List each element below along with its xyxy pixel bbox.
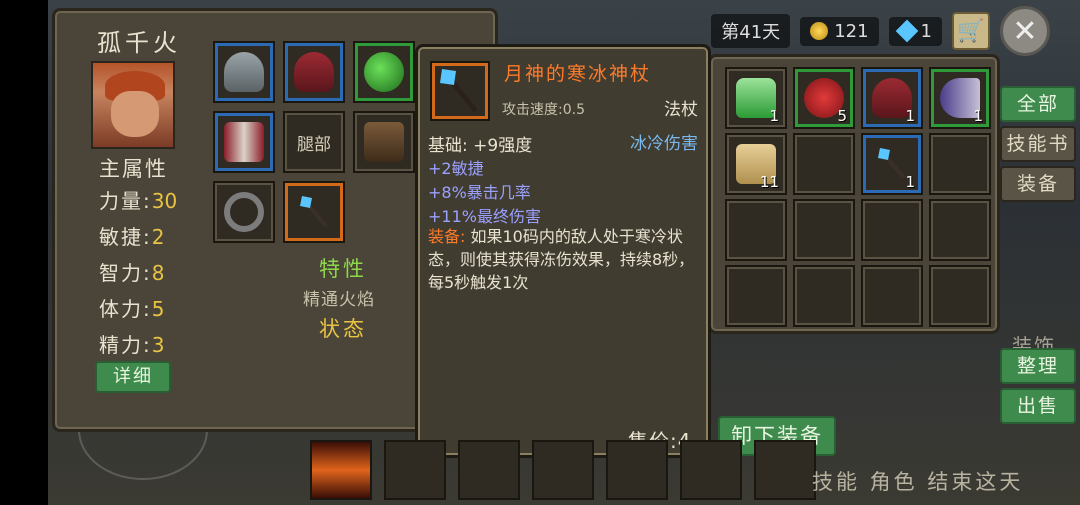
bracer-icon [224,122,264,162]
main-attributes-title: 主属性 [99,157,168,181]
bag-slot[interactable] [929,199,991,261]
gold-value: 121 [834,20,869,42]
legs-slot-label: 腿部 [297,134,331,155]
day-counter: 第41天 [711,14,791,48]
equip-slot-head[interactable] [283,41,345,103]
trait-value: 精通火焰 [303,290,375,310]
equip-effect-text: 如果10码内的敌人处于寒冷状态，则使其获得冻伤效果，持续8秒，每5秒触发1次 [428,227,695,292]
left-letterbox [0,0,48,505]
equip-slot-weapon[interactable] [283,181,345,243]
item-tooltip: 月神的寒冰神杖 攻击速度:0.5 法杖 基础: +9强度 冰冷伤害 +2敏捷 +… [415,44,711,458]
stat-intelligence: 智力:8 [99,261,165,285]
ice-staff-icon [300,196,328,228]
coin-icon [810,22,829,40]
sell-button[interactable]: 出售 [1000,388,1076,424]
bag-slot[interactable] [793,199,855,261]
detail-button[interactable]: 详细 [95,361,171,393]
equip-slot-legs[interactable]: 腿部 [283,111,345,173]
equip-slot-arms[interactable] [213,111,275,173]
horned-helmet-icon [224,52,264,92]
bag-slot[interactable] [861,199,923,261]
equip-slot-amulet[interactable] [353,41,415,103]
hotbar-slot[interactable] [606,440,668,500]
hotbar-slot[interactable] [754,440,816,500]
bag-slot[interactable] [725,199,787,261]
red-cap-icon [294,52,334,92]
attack-speed: 攻击速度:0.5 [502,102,585,118]
bag-slot[interactable] [793,265,855,327]
bag-slot[interactable] [929,133,991,195]
bag-slot[interactable]: 1 [861,67,923,129]
bag-slot[interactable]: 1 [929,67,991,129]
tab-equipment[interactable]: 装备 [1000,166,1076,202]
stat-energy: 精力:3 [99,333,165,357]
bag-slot[interactable]: 11 [725,133,787,195]
close-icon: ✕ [1012,13,1038,49]
stat-stamina: 体力:5 [99,297,165,321]
ring-icon [224,192,264,232]
bag-slot[interactable]: 5 [793,67,855,129]
equip-effect-label: 装备: [428,227,466,246]
bag-slot[interactable]: 1 [861,133,923,195]
hotbar-slot[interactable] [458,440,520,500]
damage-type: 冰冷伤害 [630,134,698,154]
bag-slot[interactable] [861,265,923,327]
bag-slot[interactable]: 1 [725,67,787,129]
ice-staff-icon [440,69,478,113]
bag-slot[interactable] [929,265,991,327]
top-bar: 第41天 121 1 🛒 ✕ [711,6,1050,56]
item-base-stat: 基础: +9强度 [428,136,533,156]
hotbar-slot[interactable] [384,440,446,500]
equip-effect: 装备: 如果10码内的敌人处于寒冷状态，则使其获得冻伤效果，持续8秒，每5秒触发… [428,225,700,294]
bonus-stat: +11%最终伤害 [428,207,541,226]
item-name: 月神的寒冰神杖 [504,63,652,85]
hotbar-slot-fire-skill[interactable] [310,440,372,500]
equip-slot-helmet[interactable] [213,41,275,103]
gem-value: 1 [920,20,932,42]
day-text: 第41天 [721,22,781,43]
bottom-menu-labels[interactable]: 技能 角色 结束这天 [812,466,1023,496]
cart-icon: 🛒 [957,18,985,44]
stats-list: 力量:30 敏捷:2 智力:8 体力:5 精力:3 [99,185,177,365]
stat-strength: 力量:30 [99,189,178,213]
item-type: 法杖 [664,100,698,120]
bonus-stat: +8%暴击几率 [428,183,531,202]
gem-counter: 1 [888,16,942,46]
equip-slot-boots[interactable] [353,111,415,173]
hotbar-slot[interactable] [680,440,742,500]
tab-all[interactable]: 全部 [1000,86,1076,122]
gem-icon [895,19,918,43]
bonus-stat: +2敏捷 [428,159,484,178]
bag-panel: 1 5 1 1 11 1 [708,54,1000,334]
tab-skillbook[interactable]: 技能书 [1000,126,1076,162]
close-button[interactable]: ✕ [1000,6,1050,56]
hotbar-slot[interactable] [532,440,594,500]
bag-slot[interactable] [793,133,855,195]
gold-counter: 121 [800,16,879,46]
character-portrait [91,61,175,149]
sort-button[interactable]: 整理 [1000,348,1076,384]
character-name: 孤千火 [97,29,181,57]
boots-icon [364,122,404,162]
bag-slot[interactable] [725,265,787,327]
equip-slot-ring[interactable] [213,181,275,243]
trait-title: 特性 [319,257,367,281]
shop-cart-button[interactable]: 🛒 [952,12,990,50]
hotbar [310,440,816,500]
state-title[interactable]: 状态 [319,313,367,343]
tooltip-item-icon [430,61,490,121]
stat-agility: 敏捷:2 [99,225,165,249]
green-orb-icon [364,52,404,92]
